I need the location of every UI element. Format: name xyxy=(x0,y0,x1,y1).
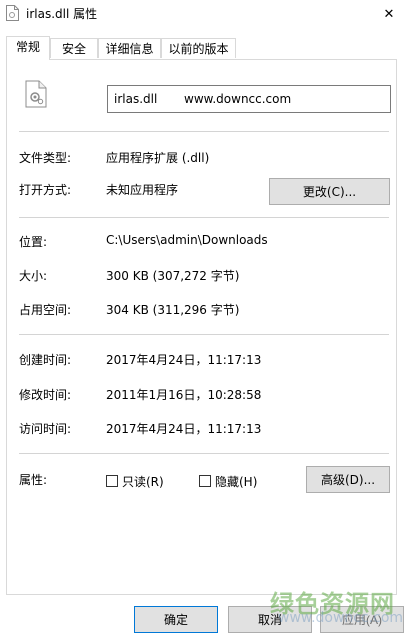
separator xyxy=(19,334,389,335)
advanced-button[interactable]: 高级(D)... xyxy=(306,466,390,493)
properties-window: irlas.dll 属性 ✕ 安全 详细信息 以前的版本 常规 文件类型: 应用… xyxy=(0,0,409,639)
file-type-label: 文件类型: xyxy=(19,151,72,165)
location-value: C:\Users\admin\Downloads xyxy=(106,233,268,247)
opens-with-value: 未知应用程序 xyxy=(106,183,179,197)
close-button[interactable]: ✕ xyxy=(374,2,404,26)
separator xyxy=(19,453,389,454)
tab-details[interactable]: 详细信息 xyxy=(98,38,161,58)
attributes-label: 属性: xyxy=(19,473,48,487)
tab-general[interactable]: 常规 xyxy=(6,36,50,60)
readonly-checkbox[interactable] xyxy=(106,475,118,487)
size-on-disk-label: 占用空间: xyxy=(19,303,72,317)
size-value: 300 KB (307,272 字节) xyxy=(106,269,240,283)
modified-value: 2011年1月16日，10:28:58 xyxy=(106,388,262,402)
change-button[interactable]: 更改(C)... xyxy=(269,178,390,205)
opens-with-label: 打开方式: xyxy=(19,183,72,197)
accessed-label: 访问时间: xyxy=(19,422,72,436)
general-panel: 文件类型: 应用程序扩展 (.dll) 打开方式: 未知应用程序 更改(C)..… xyxy=(6,59,397,595)
file-icon xyxy=(6,5,19,21)
apply-button[interactable]: 应用(A) xyxy=(320,606,404,633)
created-label: 创建时间: xyxy=(19,353,72,367)
cancel-button[interactable]: 取消 xyxy=(228,606,312,633)
location-label: 位置: xyxy=(19,235,48,249)
close-icon: ✕ xyxy=(383,6,395,22)
separator xyxy=(19,131,389,132)
modified-label: 修改时间: xyxy=(19,388,72,402)
separator xyxy=(19,217,389,218)
size-label: 大小: xyxy=(19,269,48,283)
size-on-disk-value: 304 KB (311,296 字节) xyxy=(106,303,240,317)
tab-strip: 安全 详细信息 以前的版本 常规 xyxy=(6,36,406,60)
window-title: irlas.dll 属性 xyxy=(26,7,98,21)
tab-previous-versions[interactable]: 以前的版本 xyxy=(161,38,236,58)
created-value: 2017年4月24日，11:17:13 xyxy=(106,353,262,367)
hidden-checkbox[interactable] xyxy=(199,475,211,487)
dll-file-icon xyxy=(25,80,47,108)
readonly-label[interactable]: 只读(R) xyxy=(122,473,164,490)
file-type-value: 应用程序扩展 (.dll) xyxy=(106,151,210,165)
file-name-input[interactable] xyxy=(107,85,391,113)
title-bar[interactable]: irlas.dll 属性 ✕ xyxy=(0,0,409,30)
accessed-value: 2017年4月24日，11:17:13 xyxy=(106,422,262,436)
tab-security[interactable]: 安全 xyxy=(50,38,98,58)
hidden-label[interactable]: 隐藏(H) xyxy=(215,473,257,490)
ok-button[interactable]: 确定 xyxy=(134,606,218,633)
